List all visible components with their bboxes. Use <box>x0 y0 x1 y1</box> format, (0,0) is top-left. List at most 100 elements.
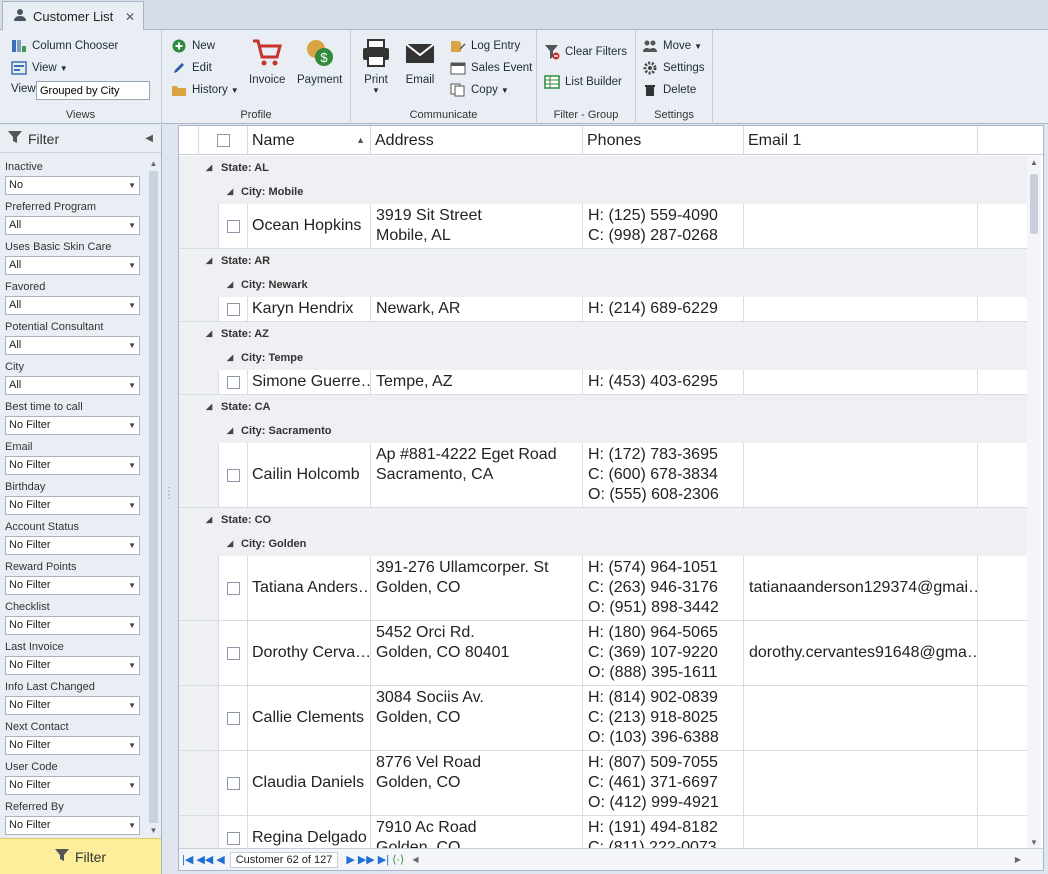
collapse-group-icon[interactable]: ◢ <box>227 426 233 435</box>
row-checkbox[interactable] <box>226 468 240 482</box>
filter-bottom-button[interactable]: Filter <box>0 838 161 874</box>
view-dropdown-button[interactable]: View ▼ <box>11 60 68 76</box>
collapse-group-icon[interactable]: ◢ <box>227 353 233 362</box>
phones-cell[interactable]: H: (125) 559-4090 C: (998) 287-0268 <box>583 204 744 248</box>
filter-combo[interactable]: All ▼ <box>5 216 140 235</box>
row-checkbox-cell[interactable] <box>219 443 248 507</box>
scroll-left-icon[interactable]: ◀ <box>412 855 418 864</box>
chevron-down-icon[interactable]: ▼ <box>128 217 136 234</box>
scroll-down-icon[interactable]: ▼ <box>148 826 159 835</box>
address-cell[interactable]: Newark, AR <box>371 297 583 321</box>
scroll-thumb[interactable] <box>149 171 158 823</box>
chevron-down-icon[interactable]: ▼ <box>128 777 136 794</box>
group-row-city[interactable]: ◢ City: Sacramento <box>179 419 1027 443</box>
email-cell[interactable]: dorothy.cervantes91648@gma… <box>744 621 978 685</box>
table-row[interactable]: Ocean Hopkins 3919 Sit Street Mobile, AL H:… <box>179 204 1027 249</box>
collapse-group-icon[interactable]: ◢ <box>206 515 212 524</box>
group-row-state[interactable]: ◢ State: AL <box>179 156 1027 180</box>
select-all-checkbox-cell[interactable] <box>199 126 248 155</box>
filter-combo[interactable]: No Filter ▼ <box>5 576 140 595</box>
scroll-down-icon[interactable]: ▼ <box>1027 838 1041 847</box>
column-header-email[interactable]: Email 1 <box>744 126 978 155</box>
grid-vertical-scrollbar[interactable]: ▲ ▼ <box>1027 156 1041 849</box>
phones-cell[interactable]: H: (814) 902-0839 C: (213) 918-8025 O: (10… <box>583 686 744 750</box>
email-cell[interactable] <box>744 370 978 394</box>
chevron-down-icon[interactable]: ▼ <box>128 497 136 514</box>
splitter-grip[interactable]: ⋮ ⋮ <box>164 487 174 501</box>
chevron-down-icon[interactable]: ▼ <box>128 417 136 434</box>
first-record-icon[interactable]: |◀ <box>182 853 193 866</box>
row-checkbox-cell[interactable] <box>219 751 248 815</box>
chevron-down-icon[interactable]: ▼ <box>128 617 136 634</box>
chevron-down-icon[interactable]: ▼ <box>128 537 136 554</box>
filter-combo[interactable]: No Filter ▼ <box>5 736 140 755</box>
group-row-city[interactable]: ◢ City: Newark <box>179 273 1027 297</box>
phones-cell[interactable]: H: (172) 783-3695 C: (600) 678-3834 O: (55… <box>583 443 744 507</box>
address-cell[interactable]: 3919 Sit Street Mobile, AL <box>371 204 583 248</box>
collapse-group-icon[interactable]: ◢ <box>206 256 212 265</box>
phones-cell[interactable]: H: (180) 964-5065 C: (369) 107-9220 O: (88… <box>583 621 744 685</box>
row-checkbox[interactable] <box>226 302 240 316</box>
row-checkbox[interactable] <box>226 711 240 725</box>
filter-scrollbar[interactable]: ▲ ▼ <box>148 159 159 835</box>
row-checkbox-cell[interactable] <box>219 816 248 849</box>
row-checkbox-cell[interactable] <box>219 297 248 321</box>
filter-combo[interactable]: No Filter ▼ <box>5 696 140 715</box>
filter-combo[interactable]: All ▼ <box>5 336 140 355</box>
customer-name-cell[interactable]: Claudia Daniels <box>248 751 371 815</box>
customer-name-cell[interactable]: Cailin Holcomb <box>248 443 371 507</box>
next-page-icon[interactable]: ▶▶ <box>358 853 375 866</box>
row-checkbox-cell[interactable] <box>219 686 248 750</box>
clear-filters-button[interactable]: Clear Filters <box>544 44 627 60</box>
row-checkbox-cell[interactable] <box>219 621 248 685</box>
list-builder-button[interactable]: List Builder <box>544 74 622 90</box>
log-entry-button[interactable]: Log Entry <box>450 38 520 54</box>
chevron-down-icon[interactable]: ▼ <box>128 177 136 194</box>
delete-button[interactable]: Delete <box>642 82 696 98</box>
phones-cell[interactable]: H: (574) 964-1051 C: (263) 946-3176 O: (95… <box>583 556 744 620</box>
address-cell[interactable]: 7910 Ac Road Golden, CO <box>371 816 583 849</box>
row-checkbox[interactable] <box>226 219 240 233</box>
table-row[interactable]: Callie Clements 3084 Sociis Av. Golden, CO… <box>179 686 1027 751</box>
filter-combo[interactable]: No ▼ <box>5 176 140 195</box>
previous-page-icon[interactable]: ◀◀ <box>196 853 213 866</box>
move-button[interactable]: Move ▼ <box>642 38 702 54</box>
scroll-up-icon[interactable]: ▲ <box>148 159 159 168</box>
phones-cell[interactable]: H: (214) 689-6229 <box>583 297 744 321</box>
address-cell[interactable]: 3084 Sociis Av. Golden, CO <box>371 686 583 750</box>
chevron-down-icon[interactable]: ▼ <box>128 297 136 314</box>
row-checkbox[interactable] <box>226 776 240 790</box>
filter-combo[interactable]: All ▼ <box>5 256 140 275</box>
close-icon[interactable]: ✕ <box>125 10 135 24</box>
collapse-left-icon[interactable]: ◀ <box>145 133 153 144</box>
column-header-name[interactable]: Name ▲ <box>248 126 371 155</box>
table-row[interactable]: Regina Delgado 7910 Ac Road Golden, CO H: (… <box>179 816 1027 849</box>
filter-combo[interactable]: All ▼ <box>5 376 140 395</box>
table-row[interactable]: Dorothy Cerva… 5452 Orci Rd. Golden, CO 80… <box>179 621 1027 686</box>
collapse-group-icon[interactable]: ◢ <box>227 539 233 548</box>
view-selector-input[interactable] <box>36 81 150 100</box>
collapse-group-icon[interactable]: ◢ <box>206 163 212 172</box>
row-checkbox-cell[interactable] <box>219 204 248 248</box>
collapse-group-icon[interactable]: ◢ <box>227 280 233 289</box>
filter-combo[interactable]: No Filter ▼ <box>5 496 140 515</box>
filter-combo[interactable]: No Filter ▼ <box>5 456 140 475</box>
table-row[interactable]: Simone Guerre… Tempe, AZ H: (453) 403-6295 <box>179 370 1027 395</box>
table-row[interactable]: Karyn Hendrix Newark, AR H: (214) 689-6229 <box>179 297 1027 322</box>
select-all-checkbox[interactable] <box>216 134 230 147</box>
last-record-icon[interactable]: ▶| <box>378 853 389 866</box>
print-button[interactable]: Print ▼ <box>359 36 393 95</box>
column-header-phones[interactable]: Phones <box>583 126 744 155</box>
customer-name-cell[interactable]: Karyn Hendrix <box>248 297 371 321</box>
email-cell[interactable] <box>744 751 978 815</box>
chevron-down-icon[interactable]: ▼ <box>128 337 136 354</box>
collapse-group-icon[interactable]: ◢ <box>206 402 212 411</box>
copy-button[interactable]: Copy ▼ <box>450 82 509 98</box>
scroll-right-icon[interactable]: ▶ <box>1015 855 1021 864</box>
new-button[interactable]: New <box>171 38 215 54</box>
collapse-group-icon[interactable]: ◢ <box>227 187 233 196</box>
filter-combo[interactable]: No Filter ▼ <box>5 616 140 635</box>
edit-button[interactable]: Edit <box>171 60 212 76</box>
row-checkbox[interactable] <box>226 375 240 389</box>
group-row-city[interactable]: ◢ City: Mobile <box>179 180 1027 204</box>
